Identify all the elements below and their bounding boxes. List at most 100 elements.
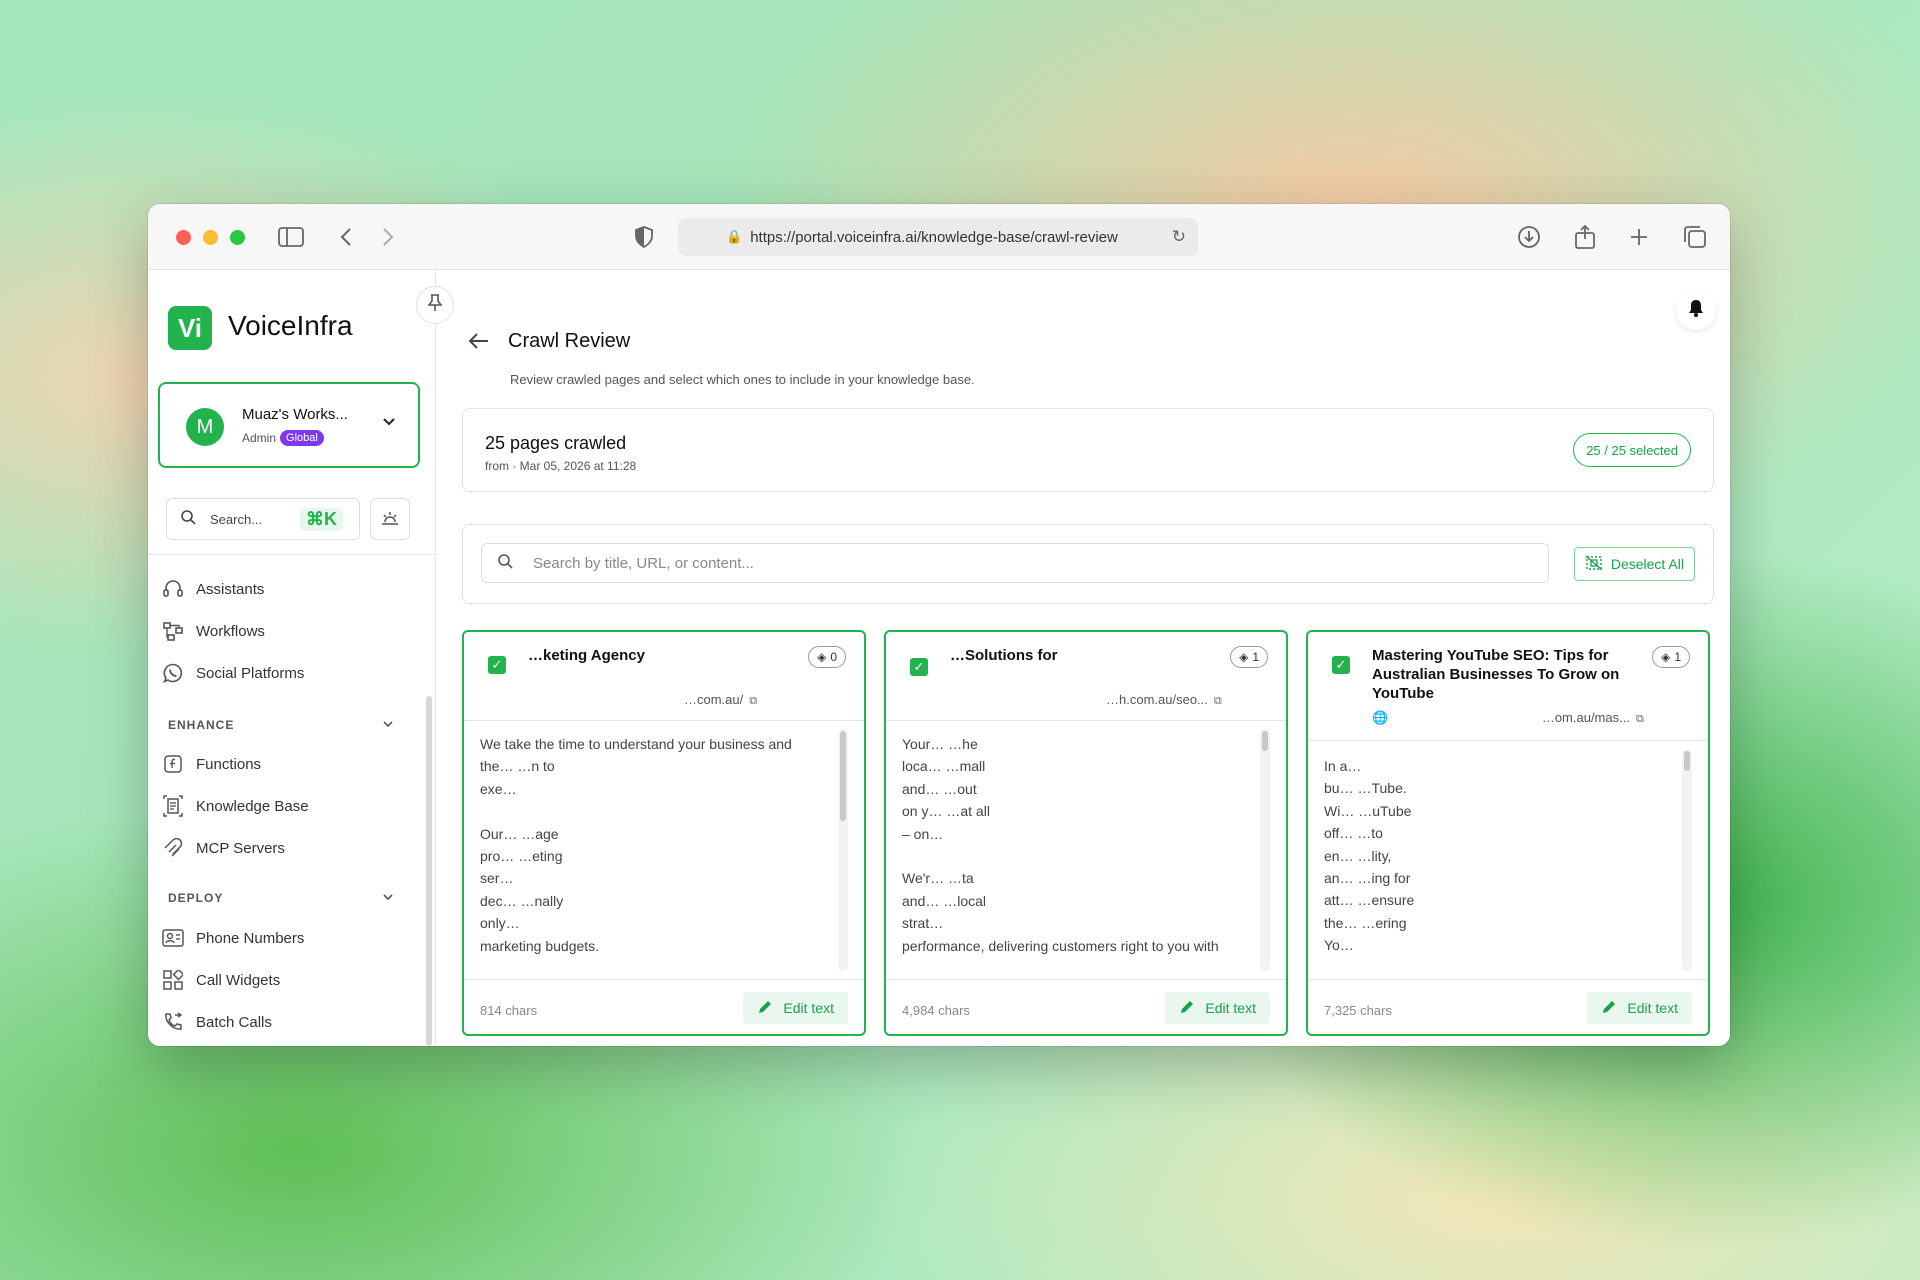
address-bar[interactable]: 🔒 https://portal.voiceinfra.ai/knowledge… — [678, 218, 1198, 256]
selected-count-badge: 25 / 25 selected — [1573, 433, 1691, 467]
page-text-content: In a… bu… …Tube. Wi… …uTube off… …to en…… — [1324, 758, 1415, 954]
char-count: 4,984 chars — [902, 1003, 970, 1018]
crawl-page-card[interactable]: ✓ …keting Agency ◈ 0 …com.au/ ⧉ We take t… — [462, 630, 866, 1036]
page-url[interactable]: 🌐 …om.au/mas... ⧉ — [1372, 710, 1644, 726]
chevron-down-icon[interactable] — [382, 890, 394, 904]
search-icon — [498, 553, 513, 573]
share-icon[interactable] — [1572, 224, 1598, 250]
sidebar-item-label: Functions — [196, 755, 262, 773]
theme-toggle-button[interactable] — [370, 498, 410, 540]
workspace-role-label: Admin — [242, 431, 277, 445]
workspace-avatar: M — [186, 408, 224, 446]
edit-text-label: Edit text — [1627, 1000, 1678, 1016]
sidebar-search[interactable]: Search... ⌘K — [166, 498, 360, 540]
chunk-count: 1 — [1674, 650, 1681, 664]
page-url[interactable]: …h.com.au/seo... ⧉ — [1106, 692, 1222, 708]
page-text-content: Your… …he loca… …mall and… …out on y… …a… — [902, 736, 1219, 954]
sidebar-scrollbar[interactable] — [426, 696, 432, 1046]
sidebar-item-batch-calls[interactable]: Batch Calls — [162, 1008, 272, 1036]
page-search-field[interactable] — [481, 543, 1549, 583]
page-title-text: Mastering YouTube SEO: Tips for Australi… — [1372, 647, 1620, 702]
deselect-all-button[interactable]: Deselect All — [1573, 547, 1695, 581]
chunk-count-badge: ◈ 0 — [808, 646, 846, 668]
preview-scroll-track[interactable] — [1260, 729, 1270, 971]
forward-nav-icon[interactable] — [376, 224, 400, 250]
page-text-preview[interactable]: In a… bu… …Tube. Wi… …uTube off… …to en…… — [1308, 740, 1708, 980]
page-url[interactable]: …com.au/ ⧉ — [684, 692, 757, 708]
notifications-button[interactable] — [1676, 290, 1716, 330]
sidebar-item-knowledge-base[interactable]: Knowledge Base — [162, 792, 309, 820]
document-icon — [162, 795, 184, 817]
page-text-preview[interactable]: Your… …he loca… …mall and… …out on y… …a… — [886, 720, 1286, 980]
edit-text-label: Edit text — [1205, 1000, 1256, 1016]
edit-text-button[interactable]: Edit text — [1587, 992, 1692, 1024]
sidebar-item-mcp-servers[interactable]: MCP Servers — [162, 834, 285, 862]
page-text-preview[interactable]: We take the time to understand your busi… — [464, 720, 864, 980]
back-arrow-icon[interactable] — [468, 330, 490, 356]
chunk-count-badge: ◈ 1 — [1230, 646, 1268, 668]
sidebar-item-label: Phone Numbers — [196, 929, 305, 947]
pin-sidebar-button[interactable] — [416, 286, 454, 324]
workspace-switcher[interactable]: M Muaz's Works... Admin Global — [158, 382, 420, 468]
back-nav-icon[interactable] — [334, 224, 358, 250]
downloads-icon[interactable] — [1516, 224, 1542, 250]
page-select-checkbox[interactable]: ✓ — [910, 658, 928, 676]
tab-overview-icon[interactable] — [1682, 224, 1708, 250]
new-tab-icon[interactable] — [1626, 224, 1652, 250]
contact-card-icon — [162, 927, 184, 949]
page-select-checkbox[interactable]: ✓ — [488, 656, 506, 674]
workflow-icon — [162, 620, 184, 642]
chunk-count-badge: ◈ 1 — [1652, 646, 1690, 668]
external-link-icon[interactable]: ⧉ — [749, 695, 757, 707]
bell-icon — [1688, 299, 1704, 321]
main-content: Crawl Review Review crawled pages and se… — [436, 270, 1730, 1046]
zoom-window-button[interactable] — [230, 230, 245, 245]
globe-icon: 🌐 — [1372, 710, 1389, 725]
deselect-all-label: Deselect All — [1610, 556, 1684, 572]
edit-text-button[interactable]: Edit text — [1165, 992, 1270, 1024]
external-link-icon[interactable]: ⧉ — [1636, 713, 1644, 725]
layers-icon: ◈ — [1239, 650, 1249, 664]
page-search-input[interactable] — [533, 554, 1433, 572]
sidebar-item-phone-numbers[interactable]: Phone Numbers — [162, 924, 304, 952]
preview-scroll-track[interactable] — [1682, 749, 1692, 971]
sidebar-item-label: Batch Calls — [196, 1013, 272, 1031]
sidebar-item-workflows[interactable]: Workflows — [162, 617, 265, 645]
char-count: 814 chars — [480, 1003, 538, 1018]
chevron-down-icon — [382, 414, 396, 430]
lock-icon: 🔒 — [726, 229, 743, 244]
preview-scrollbar[interactable] — [1262, 731, 1268, 751]
sidebar-item-call-widgets[interactable]: Call Widgets — [162, 966, 280, 994]
filter-panel: Deselect All — [462, 524, 1714, 604]
privacy-shield-icon[interactable] — [632, 224, 656, 250]
minimize-window-button[interactable] — [203, 230, 218, 245]
reload-icon[interactable]: ↻ — [1172, 227, 1186, 247]
page-select-checkbox[interactable]: ✓ — [1332, 656, 1350, 674]
crawl-page-card[interactable]: ✓ Mastering YouTube SEO: Tips for Austra… — [1306, 630, 1710, 1036]
preview-scrollbar[interactable] — [1684, 751, 1690, 771]
headset-icon — [162, 578, 184, 600]
external-link-icon[interactable]: ⧉ — [1214, 695, 1222, 707]
workspace-role: Admin Global — [242, 430, 324, 446]
page-text-content: We take the time to understand your busi… — [480, 736, 792, 954]
pin-icon — [427, 293, 443, 317]
sidebar-item-assistants[interactable]: Assistants — [162, 575, 264, 603]
sidebar-item-label: Call Widgets — [196, 971, 281, 989]
chevron-down-icon[interactable] — [382, 717, 394, 731]
chunk-count: 1 — [1252, 650, 1259, 664]
edit-text-button[interactable]: Edit text — [743, 992, 848, 1024]
sidebar-item-social-platforms[interactable]: Social Platforms — [162, 659, 304, 687]
section-deploy-title[interactable]: DEPLOY — [168, 891, 223, 905]
sidebar-item-label: Workflows — [196, 622, 265, 640]
sidebar-item-functions[interactable]: Functions — [162, 750, 261, 778]
page-url-text: …om.au/mas... — [1541, 710, 1630, 725]
close-window-button[interactable] — [176, 230, 191, 245]
chunk-count: 0 — [830, 650, 837, 664]
preview-scrollbar[interactable] — [840, 731, 846, 821]
section-enhance-title[interactable]: ENHANCE — [168, 718, 234, 732]
sidebar-toggle-icon[interactable] — [276, 224, 306, 250]
layers-icon: ◈ — [1661, 650, 1671, 664]
crawl-summary: 25 pages crawled from · Mar 05, 2026 at … — [462, 408, 1714, 492]
crawl-page-card[interactable]: ✓ …Solutions for ◈ 1 …h.com.au/seo... ⧉ Y… — [884, 630, 1288, 1036]
page-title: Crawl Review — [508, 330, 631, 352]
